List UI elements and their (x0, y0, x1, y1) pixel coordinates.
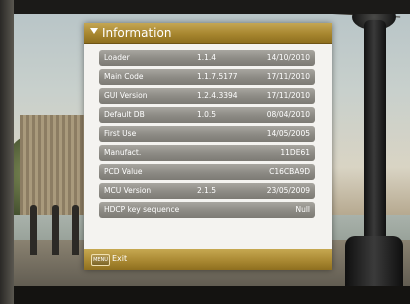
row-value: C16CBA9D (269, 167, 310, 176)
frame-left-border (0, 0, 14, 304)
dialog-footer: MENU Exit (84, 249, 332, 270)
row-label: Main Code (104, 72, 144, 81)
dropdown-triangle-icon (90, 28, 98, 34)
dialog-header: Information (84, 23, 332, 44)
info-row-gui-version: GUI Version 1.2.4.3394 17/11/2010 (99, 88, 315, 104)
row-label: Loader (104, 53, 130, 62)
row-version: 2.1.5 (197, 186, 217, 195)
frame-bottom-border (0, 286, 410, 304)
row-value: Null (295, 205, 310, 214)
row-label: GUI Version (104, 91, 148, 100)
background-bollard (30, 205, 37, 255)
row-version: 1.2.4.3394 (197, 91, 238, 100)
row-value: 23/05/2009 (266, 186, 310, 195)
row-label: PCD Value (104, 167, 143, 176)
row-value: 17/11/2010 (266, 72, 310, 81)
row-value: 17/11/2010 (266, 91, 310, 100)
information-dialog: Information Loader 1.1.4 14/10/2010 Main… (84, 23, 332, 270)
row-version: 1.0.5 (197, 110, 217, 119)
row-label: First Use (104, 129, 137, 138)
row-label: HDCP key sequence (104, 205, 180, 214)
exit-label[interactable]: Exit (112, 253, 127, 265)
background-lamp-base (345, 236, 403, 286)
menu-key-icon[interactable]: MENU (91, 254, 110, 266)
dialog-title: Information (102, 26, 172, 40)
info-row-default-db: Default DB 1.0.5 08/04/2010 (99, 107, 315, 123)
row-label: Default DB (104, 110, 145, 119)
info-row-hdcp-key-sequence: HDCP key sequence Null (99, 202, 315, 218)
info-row-manufact: Manufact. 11DE61 (99, 145, 315, 161)
info-row-main-code: Main Code 1.1.7.5177 17/11/2010 (99, 69, 315, 85)
info-list: Loader 1.1.4 14/10/2010 Main Code 1.1.7.… (99, 50, 315, 221)
row-label: MCU Version (104, 186, 152, 195)
info-row-mcu-version: MCU Version 2.1.5 23/05/2009 (99, 183, 315, 199)
background-bollard (72, 205, 79, 255)
background-bollard (52, 205, 59, 255)
row-value: 14/05/2005 (266, 129, 310, 138)
row-value: 08/04/2010 (266, 110, 310, 119)
row-value: 14/10/2010 (266, 53, 310, 62)
frame-top-border (0, 0, 410, 14)
info-row-pcd-value: PCD Value C16CBA9D (99, 164, 315, 180)
info-row-first-use: First Use 14/05/2005 (99, 126, 315, 142)
info-row-loader: Loader 1.1.4 14/10/2010 (99, 50, 315, 66)
row-version: 1.1.7.5177 (197, 72, 238, 81)
row-label: Manufact. (104, 148, 142, 157)
row-version: 1.1.4 (197, 53, 217, 62)
row-value: 11DE61 (280, 148, 310, 157)
